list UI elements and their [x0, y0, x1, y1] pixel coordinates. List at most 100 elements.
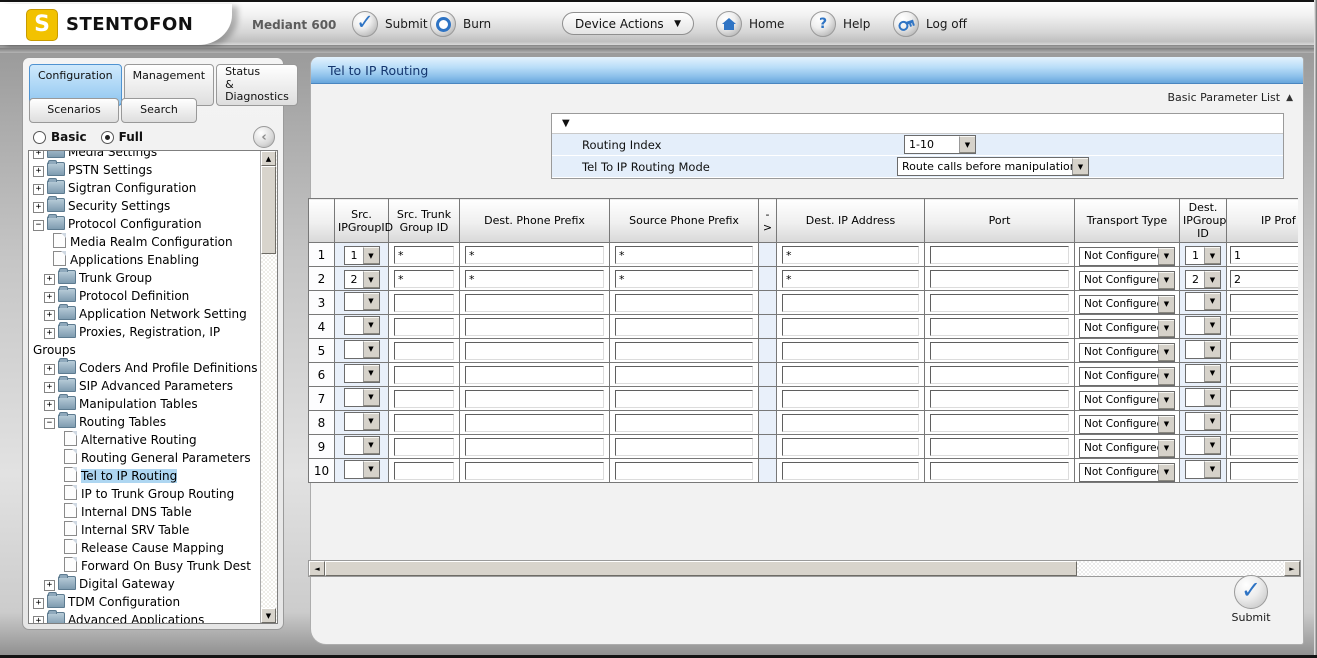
src_ipgroup-select[interactable]: ▼ [344, 436, 380, 455]
dest_ip-input[interactable] [782, 462, 919, 480]
src_trunk-input[interactable]: * [394, 270, 454, 288]
dest_prefix-input[interactable] [465, 462, 604, 480]
tree-item[interactable]: Tel to IP Routing [33, 467, 261, 485]
group-collapse-row[interactable]: ▼ [552, 114, 1283, 134]
tree-item[interactable]: Routing General Parameters [33, 449, 261, 467]
dest_ip-input[interactable] [782, 342, 919, 360]
dest_ip-input[interactable] [782, 390, 919, 408]
tree-item[interactable]: Applications Enabling [33, 251, 261, 269]
routing-index-select[interactable]: 1-10 ▼ [904, 135, 976, 154]
source_prefix-input[interactable]: * [615, 246, 753, 264]
port-input[interactable] [930, 414, 1069, 432]
tab-status-diagnostics[interactable]: Status & Diagnostics [216, 64, 298, 106]
tree-item[interactable]: +Trunk Group [33, 269, 261, 287]
src_ipgroup-select[interactable]: 1▼ [344, 246, 380, 265]
tree-item[interactable]: +Digital Gateway [33, 575, 261, 593]
transport-select[interactable]: Not Configured▼ [1079, 271, 1175, 290]
src_trunk-input[interactable] [394, 366, 454, 384]
tree-item[interactable]: −Routing Tables [33, 413, 261, 431]
dest_ipgroup-select[interactable]: ▼ [1185, 292, 1221, 311]
ip_profile-input[interactable]: 1 [1230, 246, 1298, 264]
src_trunk-input[interactable] [394, 390, 454, 408]
tree-item[interactable]: +Media Settings [33, 151, 261, 161]
tree-scrollbar[interactable]: ▲ ▼ [260, 151, 277, 623]
transport-select[interactable]: Not Configured▼ [1079, 319, 1175, 338]
ip_profile-input[interactable] [1230, 294, 1298, 312]
port-input[interactable] [930, 270, 1069, 288]
logoff-button[interactable]: Log off [893, 11, 967, 37]
sidebar-collapse-button[interactable]: ‹ [253, 126, 275, 148]
expand-plus-icon[interactable]: + [44, 292, 55, 303]
dest_prefix-input[interactable] [465, 318, 604, 336]
port-input[interactable] [930, 462, 1069, 480]
burn-toolbar-button[interactable]: Burn [430, 11, 491, 37]
port-input[interactable] [930, 390, 1069, 408]
tree-item[interactable]: +Coders And Profile Definitions [33, 359, 261, 377]
dest_ip-input[interactable] [782, 318, 919, 336]
tab-search[interactable]: Search [121, 98, 197, 123]
expand-plus-icon[interactable]: + [44, 328, 55, 339]
expand-plus-icon[interactable]: + [33, 184, 44, 195]
port-input[interactable] [930, 342, 1069, 360]
expand-plus-icon[interactable]: + [44, 274, 55, 285]
tree-item[interactable]: +Security Settings [33, 197, 261, 215]
help-button[interactable]: ? Help [810, 11, 870, 37]
ip_profile-input[interactable] [1230, 462, 1298, 480]
expand-plus-icon[interactable]: + [33, 616, 44, 623]
src_ipgroup-select[interactable]: ▼ [344, 292, 380, 311]
scroll-right-icon[interactable]: ► [1284, 561, 1300, 576]
submit-button[interactable]: ✓ Submit [1223, 575, 1279, 624]
dest_ip-input[interactable] [782, 294, 919, 312]
tree-item[interactable]: +Manipulation Tables [33, 395, 261, 413]
expand-plus-icon[interactable]: + [44, 364, 55, 375]
transport-select[interactable]: Not Configured▼ [1079, 415, 1175, 434]
source_prefix-input[interactable] [615, 414, 753, 432]
expand-plus-icon[interactable]: + [44, 310, 55, 321]
source_prefix-input[interactable] [615, 438, 753, 456]
src_ipgroup-select[interactable]: ▼ [344, 316, 380, 335]
scroll-down-icon[interactable]: ▼ [261, 608, 276, 623]
src_ipgroup-select[interactable]: 2▼ [344, 270, 380, 289]
dest_ipgroup-select[interactable]: ▼ [1185, 460, 1221, 479]
dest_ipgroup-select[interactable]: 1▼ [1185, 246, 1221, 265]
port-input[interactable] [930, 318, 1069, 336]
src_ipgroup-select[interactable]: ▼ [344, 340, 380, 359]
dest_prefix-input[interactable] [465, 342, 604, 360]
src_trunk-input[interactable] [394, 438, 454, 456]
port-input[interactable] [930, 294, 1069, 312]
dest_ipgroup-select[interactable]: ▼ [1185, 340, 1221, 359]
src_ipgroup-select[interactable]: ▼ [344, 412, 380, 431]
transport-select[interactable]: Not Configured▼ [1079, 247, 1175, 266]
dest_prefix-input[interactable] [465, 390, 604, 408]
device-actions-button[interactable]: Device Actions ▼ [562, 12, 694, 35]
dest_ip-input[interactable]: * [782, 246, 919, 264]
ip_profile-input[interactable]: 2 [1230, 270, 1298, 288]
src_trunk-input[interactable] [394, 318, 454, 336]
port-input[interactable] [930, 366, 1069, 384]
expand-plus-icon[interactable]: + [33, 151, 44, 159]
collapse-minus-icon[interactable]: − [33, 220, 44, 231]
dest_prefix-input[interactable] [465, 366, 604, 384]
transport-select[interactable]: Not Configured▼ [1079, 391, 1175, 410]
port-input[interactable] [930, 438, 1069, 456]
tree-item[interactable]: −Protocol Configuration [33, 215, 261, 233]
home-button[interactable]: Home [716, 11, 784, 37]
expand-plus-icon[interactable]: + [33, 166, 44, 177]
dest_ipgroup-select[interactable]: ▼ [1185, 436, 1221, 455]
transport-select[interactable]: Not Configured▼ [1079, 439, 1175, 458]
dest_prefix-input[interactable]: * [465, 270, 604, 288]
expand-plus-icon[interactable]: + [44, 400, 55, 411]
tree-item[interactable]: +SIP Advanced Parameters [33, 377, 261, 395]
port-input[interactable] [930, 246, 1069, 264]
source_prefix-input[interactable] [615, 318, 753, 336]
source_prefix-input[interactable]: * [615, 270, 753, 288]
tree-item[interactable]: +PSTN Settings [33, 161, 261, 179]
horizontal-scrollbar[interactable]: ◄ ► [308, 560, 1301, 577]
tree-item[interactable]: Internal SRV Table [33, 521, 261, 539]
dest_ipgroup-select[interactable]: 2▼ [1185, 270, 1221, 289]
dest_ipgroup-select[interactable]: ▼ [1185, 316, 1221, 335]
scroll-left-icon[interactable]: ◄ [309, 561, 325, 576]
src_trunk-input[interactable] [394, 294, 454, 312]
dest_prefix-input[interactable] [465, 414, 604, 432]
tree-item[interactable]: +Sigtran Configuration [33, 179, 261, 197]
